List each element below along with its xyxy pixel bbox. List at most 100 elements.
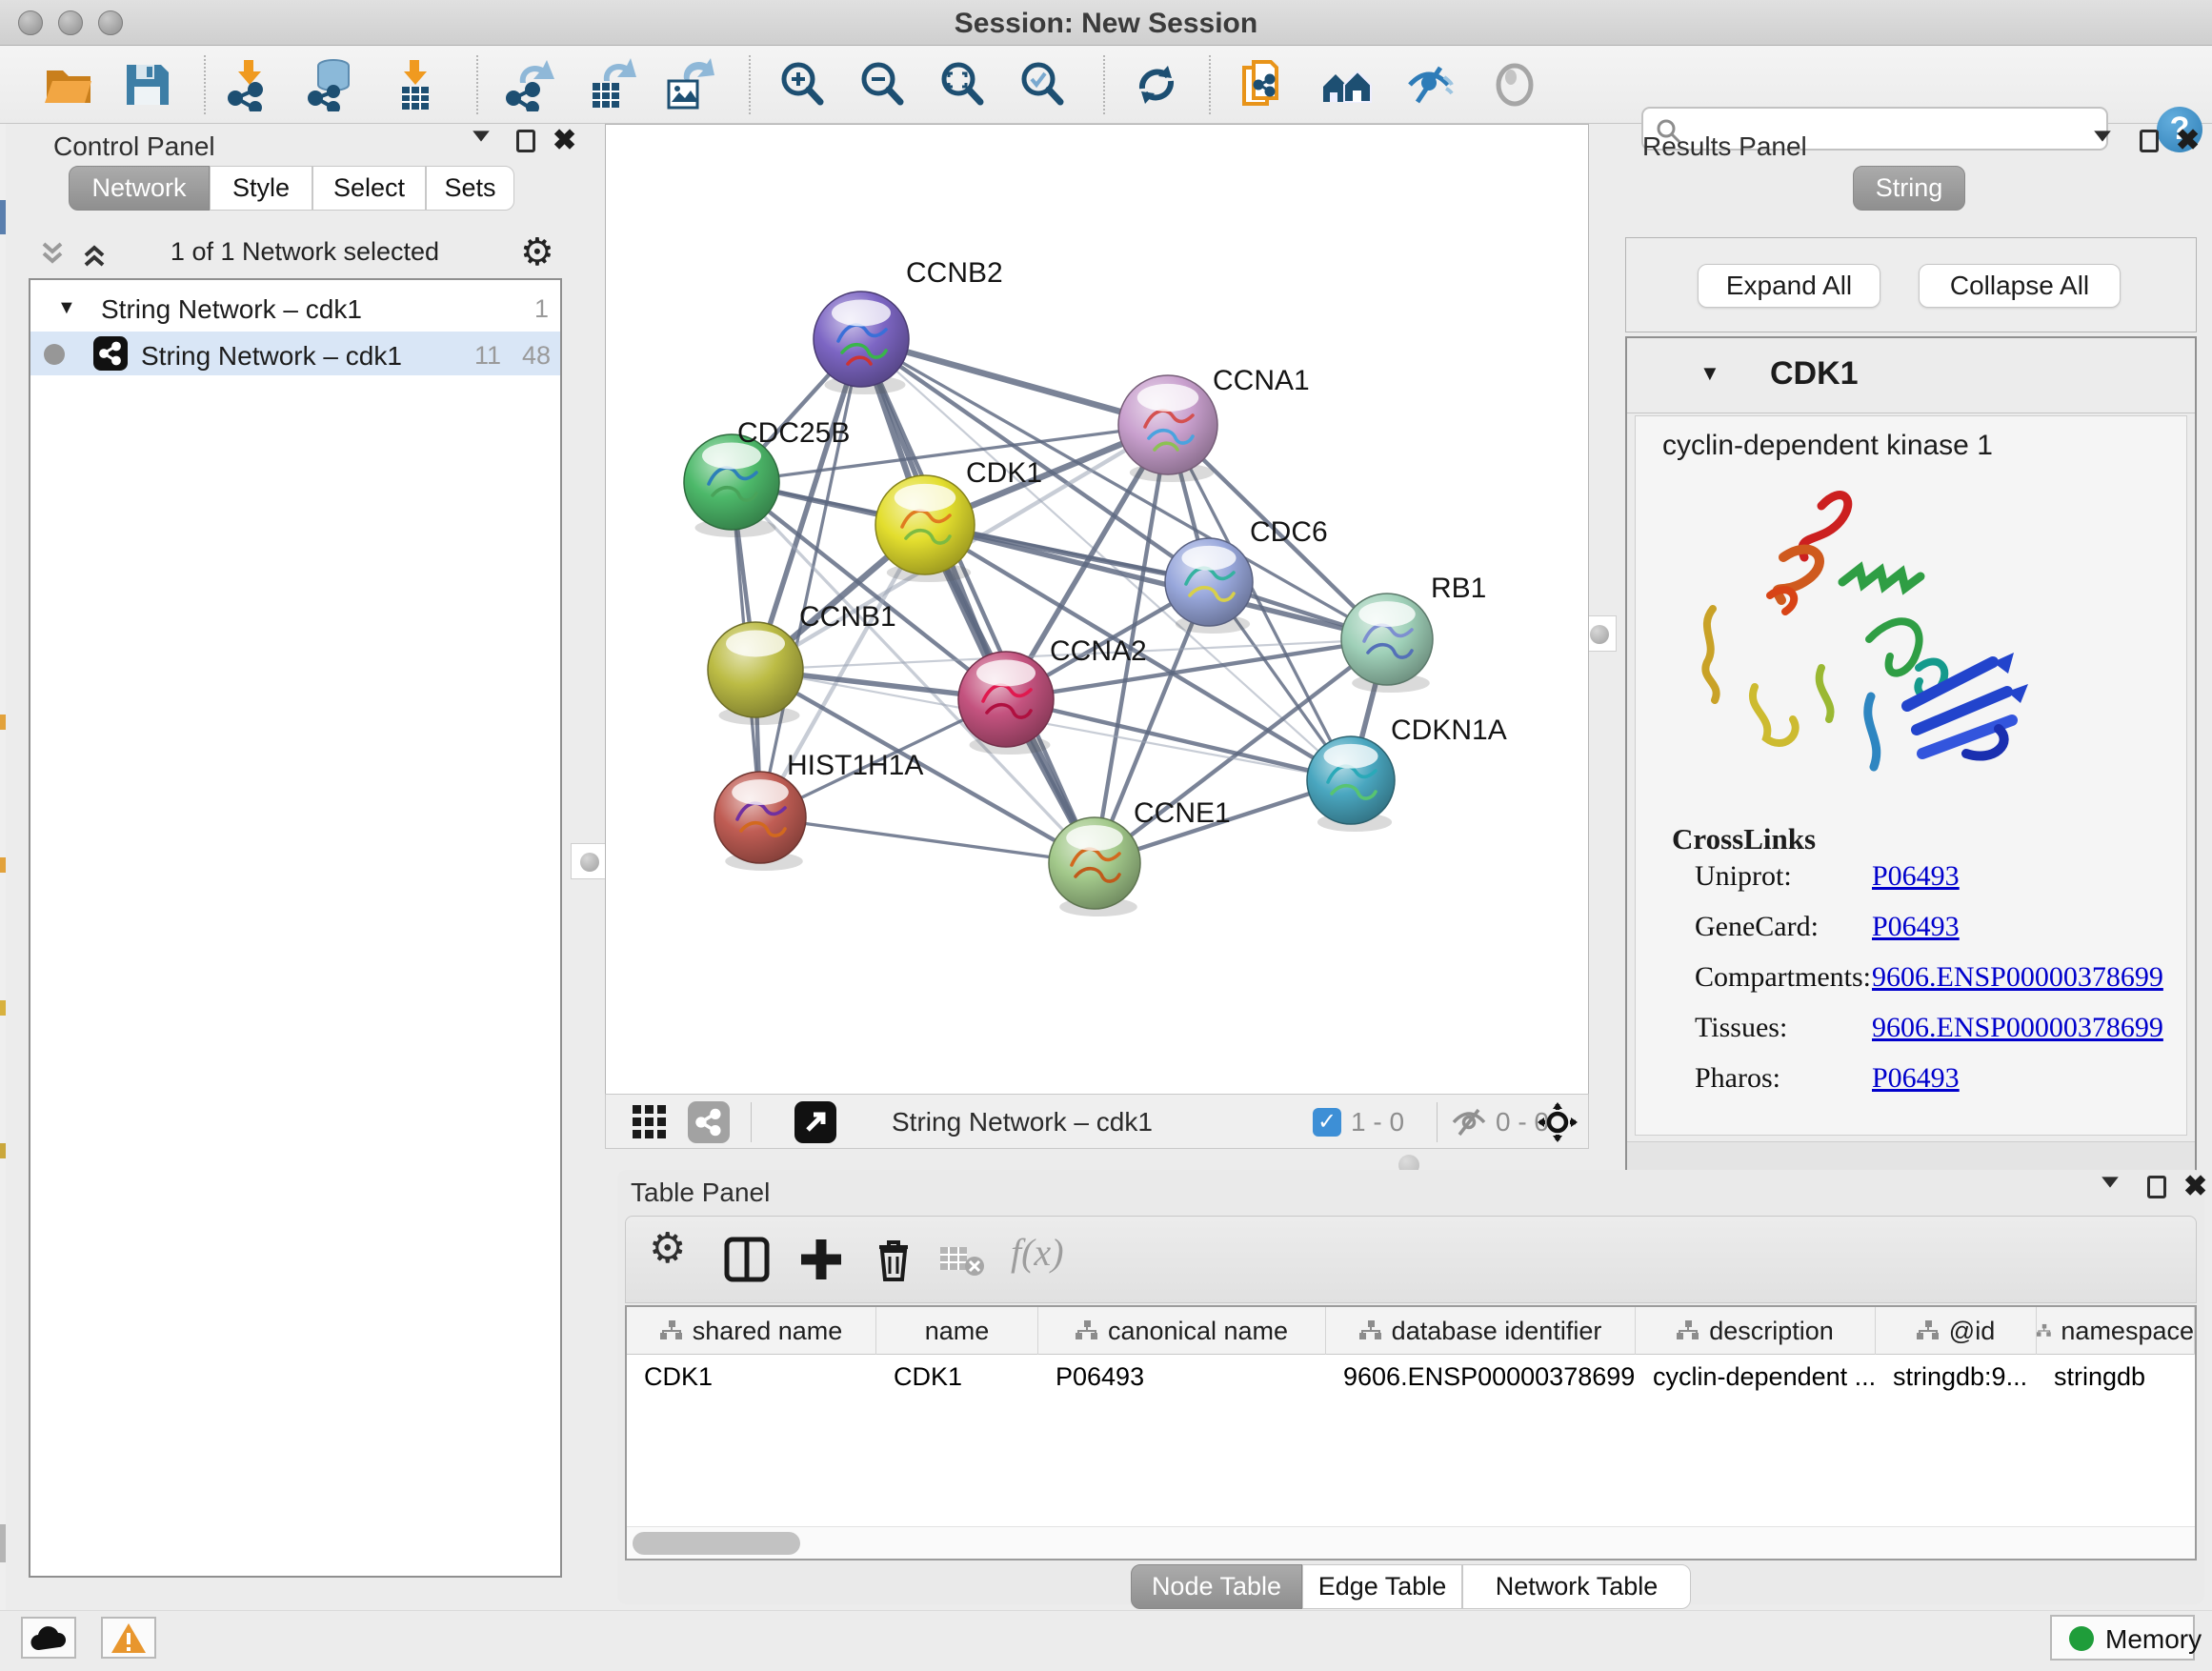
column-header-namespace[interactable]: namespace [2037, 1307, 2195, 1355]
collapse-all-chevron-icon[interactable] [36, 240, 69, 269]
first-neighbors-icon[interactable] [1320, 58, 1374, 111]
table-cell[interactable]: P06493 [1038, 1355, 1326, 1399]
tab-string[interactable]: String [1853, 166, 1965, 211]
memory-button[interactable]: Memory [2050, 1615, 2195, 1661]
cloud-status-button[interactable] [21, 1617, 76, 1659]
column-header-id[interactable]: @id [1876, 1307, 2037, 1355]
column-header-canonicalname[interactable]: canonical name [1038, 1307, 1326, 1355]
hide-selected-icon[interactable] [1402, 58, 1456, 111]
network-row-label: String Network – cdk1 [141, 341, 402, 372]
network-graph[interactable]: CCNB2CCNA1CDC25BCDK1CDC6RB1CCNB1CCNA2CDK… [606, 125, 1588, 1093]
tab-node-table[interactable]: Node Table [1131, 1564, 1302, 1609]
zoom-selected-icon[interactable] [1016, 58, 1069, 111]
import-table-file-icon[interactable] [389, 58, 442, 111]
crosslink-tissues-link[interactable]: 9606.ENSP00000378699 [1872, 1012, 2163, 1044]
results-node-header[interactable]: ▼ CDK1 [1627, 338, 2195, 413]
crosslink-pharos-link[interactable]: P06493 [1872, 1062, 1960, 1095]
warning-status-button[interactable] [101, 1617, 156, 1659]
birdseye-view-icon[interactable] [794, 1101, 836, 1143]
table-panel-float-icon[interactable] [2100, 1176, 2121, 1194]
network-row-selected[interactable]: String Network – cdk1 11 48 [30, 332, 560, 375]
export-network-icon[interactable] [503, 58, 556, 111]
network-node-rb1[interactable]: RB1 [1341, 573, 1486, 693]
selected-counts: 1 - 0 [1351, 1107, 1404, 1137]
new-network-from-selection-icon[interactable] [1238, 58, 1292, 111]
tab-network-table[interactable]: Network Table [1462, 1564, 1691, 1609]
network-node-hist1h1a[interactable]: HIST1H1A [714, 750, 923, 871]
export-image-icon[interactable] [661, 58, 714, 111]
network-edge[interactable] [1006, 699, 1351, 780]
network-node-cdkn1a[interactable]: CDKN1A [1307, 715, 1507, 832]
control-panel-maximize-icon[interactable] [516, 130, 535, 157]
results-panel-close-icon[interactable]: ✖ [2176, 124, 2200, 157]
tab-sets[interactable]: Sets [426, 166, 514, 211]
delete-column-icon[interactable] [870, 1236, 917, 1288]
crosslink-genecard-link[interactable]: P06493 [1872, 911, 1960, 943]
left-splitter-handle[interactable] [571, 843, 607, 879]
network-node-ccnb1[interactable]: CCNB1 [708, 601, 896, 725]
pan-crosshair-icon[interactable] [1538, 1102, 1578, 1147]
open-session-icon[interactable] [42, 58, 95, 111]
crosslink-uniprot-link[interactable]: P06493 [1872, 860, 1960, 893]
collection-disclosure-icon[interactable]: ▼ [57, 297, 76, 319]
table-cell[interactable]: CDK1 [876, 1355, 1038, 1399]
add-column-icon[interactable] [797, 1236, 845, 1288]
table-panel-close-icon[interactable]: ✖ [2183, 1170, 2207, 1203]
table-panel-maximize-icon[interactable] [2147, 1176, 2166, 1203]
import-network-file-icon[interactable] [223, 58, 276, 111]
import-network-database-icon[interactable] [305, 58, 358, 111]
hidden-items-icon[interactable] [1450, 1108, 1488, 1141]
results-panel-float-icon[interactable] [2092, 130, 2113, 148]
grid-view-icon[interactable] [633, 1105, 667, 1144]
column-header-name[interactable]: name [876, 1307, 1038, 1355]
table-cell[interactable]: stringdb [2037, 1355, 2195, 1399]
refresh-icon[interactable] [1130, 58, 1183, 111]
table-cell[interactable]: CDK1 [627, 1355, 876, 1399]
control-panel-close-icon[interactable]: ✖ [553, 124, 576, 157]
control-panel-float-icon[interactable] [471, 130, 492, 148]
node-disclosure-icon[interactable]: ▼ [1699, 361, 1720, 386]
table-row[interactable]: CDK1CDK1P064939606.ENSP00000378699cyclin… [627, 1355, 2195, 1399]
selected-nodes-checkbox[interactable]: ✓ [1313, 1108, 1341, 1137]
network-node-ccne1[interactable]: CCNE1 [1049, 797, 1231, 916]
memory-label: Memory [2105, 1624, 2202, 1655]
export-table-icon[interactable] [583, 58, 636, 111]
zoom-out-icon[interactable] [855, 58, 909, 111]
tab-edge-table[interactable]: Edge Table [1302, 1564, 1462, 1609]
table-cell[interactable]: cyclin-dependent ... [1636, 1355, 1876, 1399]
results-panel-maximize-icon[interactable] [2140, 130, 2159, 157]
zoom-in-icon[interactable] [775, 58, 829, 111]
network-view-title: String Network – cdk1 [892, 1107, 1153, 1137]
network-canvas[interactable]: CCNB2CCNA1CDC25BCDK1CDC6RB1CCNB1CCNA2CDK… [605, 124, 1589, 1094]
network-options-gear-icon[interactable]: ⚙ [520, 231, 554, 274]
collapse-all-button[interactable]: Collapse All [1919, 264, 2121, 308]
toolbar-separator [1437, 1102, 1438, 1142]
column-header-description[interactable]: description [1636, 1307, 1876, 1355]
network-type-icon[interactable] [688, 1101, 730, 1143]
zoom-fit-icon[interactable] [935, 58, 989, 111]
delete-table-icon[interactable] [940, 1245, 984, 1282]
table-cell[interactable]: 9606.ENSP00000378699 [1326, 1355, 1636, 1399]
network-edge[interactable] [760, 339, 861, 817]
crosslink-compartments-link[interactable]: 9606.ENSP00000378699 [1872, 961, 2163, 994]
table-settings-gear-icon[interactable]: ⚙ [649, 1224, 686, 1273]
expand-all-button[interactable]: Expand All [1698, 264, 1880, 308]
function-builder-icon[interactable]: f(x) [1011, 1230, 1064, 1275]
network-collection-row[interactable]: ▼ String Network – cdk1 1 [30, 288, 560, 332]
network-node-ccna1[interactable]: CCNA1 [1118, 365, 1310, 482]
tab-select[interactable]: Select [312, 166, 426, 211]
table-cell[interactable]: stringdb:9... [1876, 1355, 2037, 1399]
tab-style[interactable]: Style [210, 166, 312, 211]
network-edge[interactable] [861, 339, 1095, 863]
control-panel-tabs: NetworkStyleSelectSets [69, 166, 514, 211]
expand-all-chevron-icon[interactable] [78, 240, 111, 269]
show-columns-icon[interactable] [723, 1236, 771, 1288]
show-hidden-icon[interactable] [1488, 58, 1541, 111]
table-horizontal-scrollbar[interactable] [627, 1526, 2195, 1559]
column-header-sharedname[interactable]: shared name [627, 1307, 876, 1355]
save-session-icon[interactable] [120, 58, 173, 111]
column-header-databaseidentifier[interactable]: database identifier [1326, 1307, 1636, 1355]
scrollbar-thumb[interactable] [633, 1532, 800, 1555]
tab-network[interactable]: Network [69, 166, 210, 211]
network-edge[interactable] [760, 817, 1095, 863]
